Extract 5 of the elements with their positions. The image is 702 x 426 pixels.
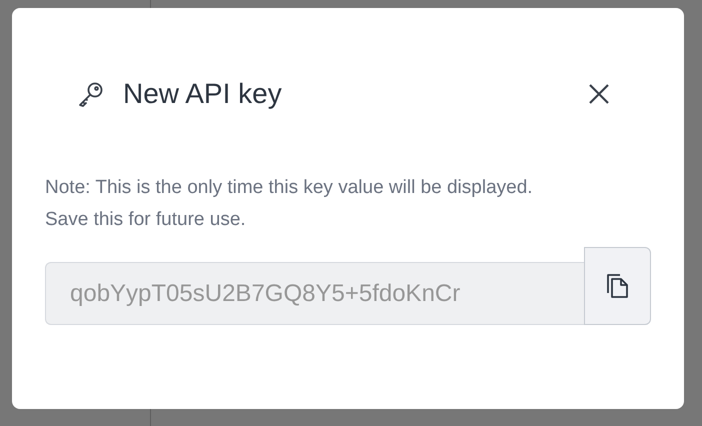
dialog-title: New API key: [123, 78, 283, 110]
note-text: Note: This is the only time this key value will be displayed. Save this for future use.: [45, 176, 534, 232]
copy-button[interactable]: [584, 247, 651, 325]
key-icon: [77, 80, 105, 108]
copy-icon: [604, 272, 631, 300]
